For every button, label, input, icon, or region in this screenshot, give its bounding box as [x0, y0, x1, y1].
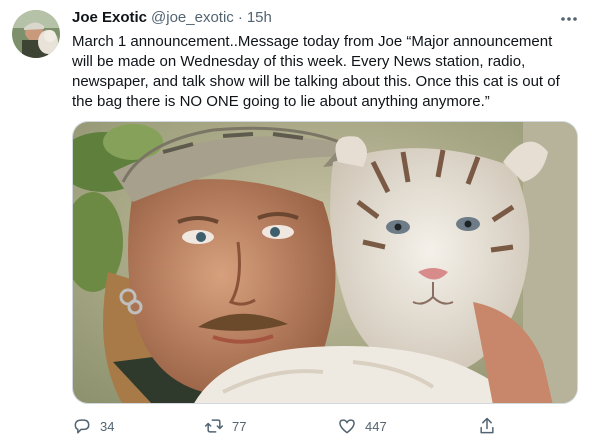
share-icon — [480, 417, 494, 434]
author-name[interactable]: Joe Exotic — [72, 9, 147, 26]
tweet-header: Joe Exotic @joe_exotic · 15h — [72, 9, 272, 31]
tweet-text-line: March 1 announcement..Message today from… — [72, 33, 553, 50]
retweet-count: 77 — [232, 418, 247, 434]
retweet-icon — [204, 419, 224, 433]
tweet-text-line: newspaper, and talk show will be talking… — [72, 73, 560, 90]
tweet-text-line: will be made on Wednesday of this week. … — [72, 53, 526, 70]
reply-icon — [74, 419, 90, 434]
heart-icon — [339, 419, 355, 434]
like-button[interactable]: 447 — [337, 414, 387, 438]
tweet-actions: 34 77 447 — [72, 414, 512, 438]
share-button[interactable] — [477, 414, 497, 438]
tweet-photo[interactable] — [72, 121, 578, 404]
reply-count: 34 — [100, 418, 115, 434]
tweet: Joe Exotic @joe_exotic · 15h March 1 ann… — [0, 0, 592, 448]
like-count: 447 — [365, 418, 387, 434]
tweet-timestamp[interactable]: 15h — [247, 9, 272, 26]
separator-dot: · — [237, 9, 243, 26]
reply-button[interactable]: 34 — [72, 414, 114, 438]
tweet-text-line: the bag there is NO ONE going to lie abo… — [72, 93, 490, 110]
more-dots-icon — [561, 17, 577, 21]
avatar[interactable] — [12, 10, 60, 58]
tweet-text: March 1 announcement..Message today from… — [72, 32, 578, 112]
more-options-button[interactable] — [556, 8, 582, 30]
author-handle[interactable]: @joe_exotic — [151, 9, 234, 26]
retweet-button[interactable]: 77 — [204, 414, 246, 438]
